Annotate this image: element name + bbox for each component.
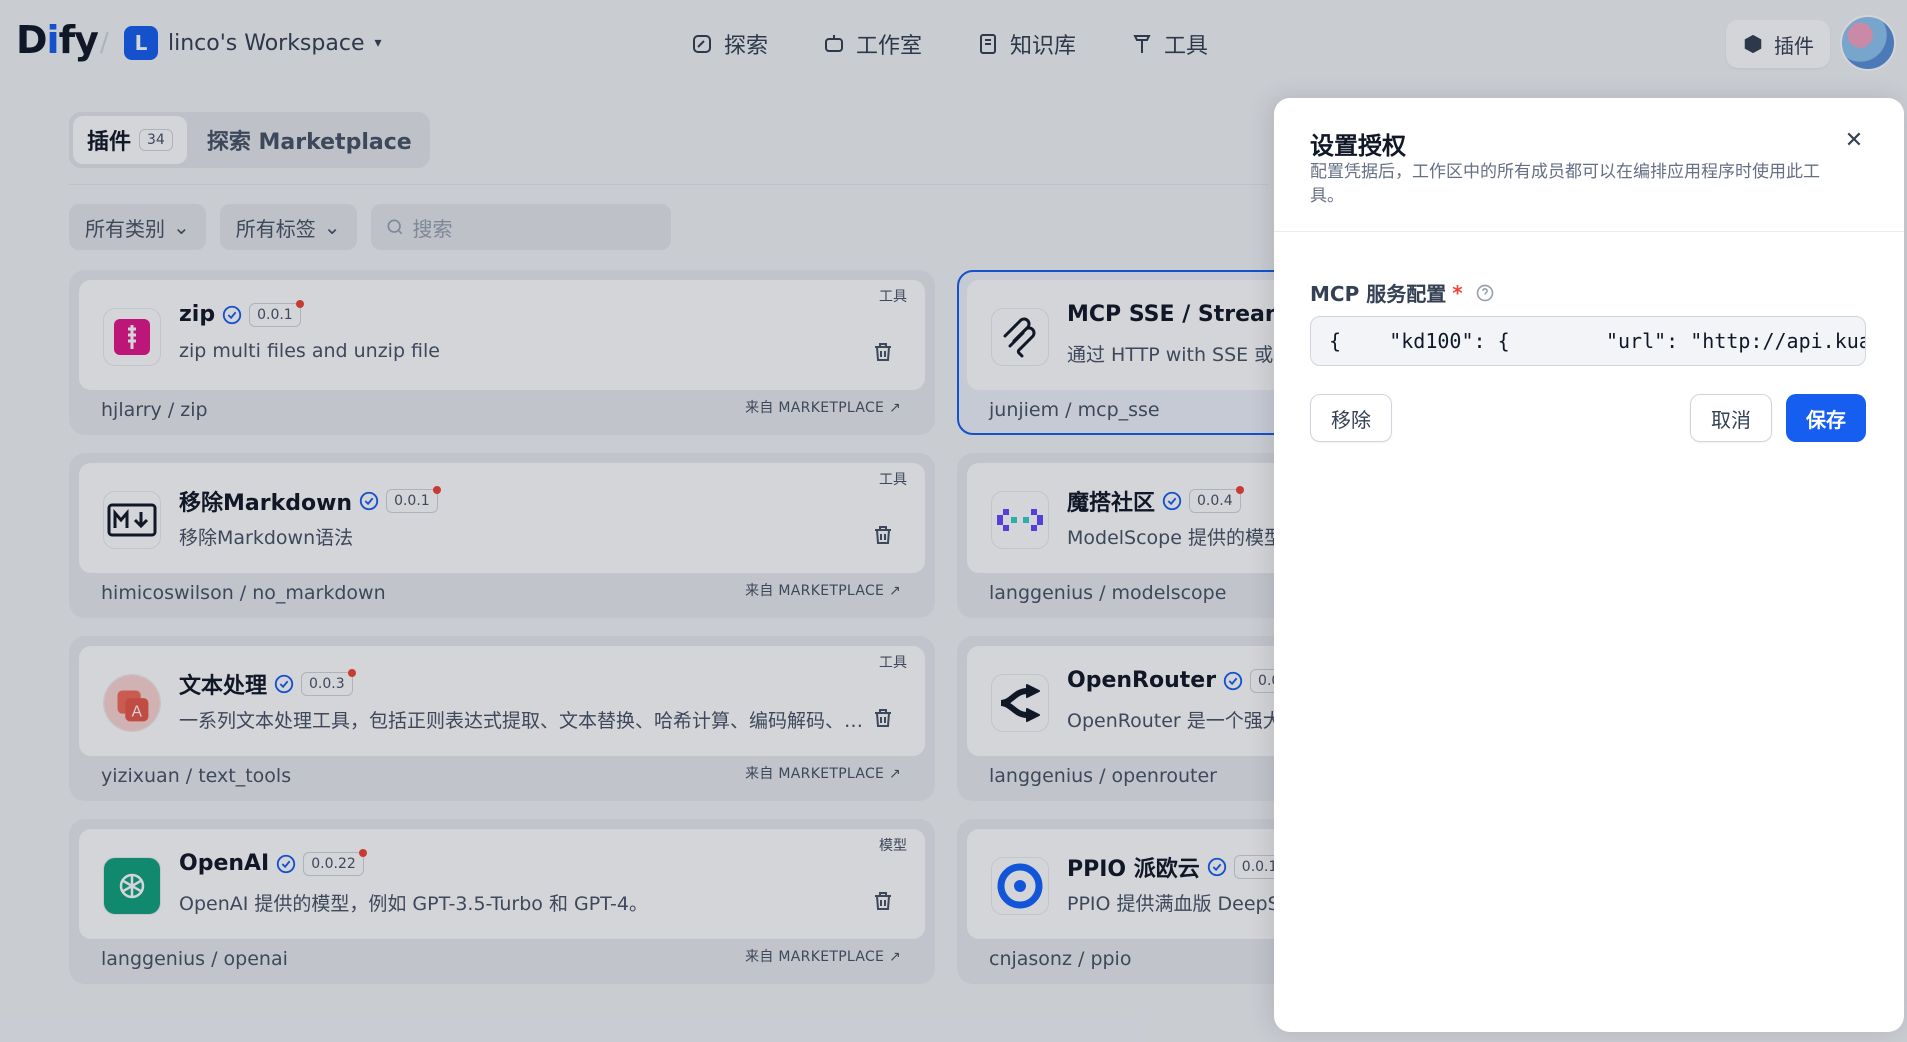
required-mark: * xyxy=(1452,280,1463,305)
mcp-config-input[interactable]: { "kd100": { "url": "http://api.kuaidi10… xyxy=(1310,316,1866,366)
cancel-button[interactable]: 取消 xyxy=(1690,394,1772,442)
panel-header: 设置授权 配置凭据后，工作区中的所有成员都可以在编排应用程序时使用此工具。 ✕ xyxy=(1274,98,1904,232)
help-icon[interactable] xyxy=(1475,283,1495,303)
close-icon[interactable]: ✕ xyxy=(1840,126,1868,154)
auth-panel: 设置授权 配置凭据后，工作区中的所有成员都可以在编排应用程序时使用此工具。 ✕ … xyxy=(1274,98,1904,1032)
remove-button[interactable]: 移除 xyxy=(1310,394,1392,442)
field-label-text: MCP 服务配置 xyxy=(1310,282,1447,306)
panel-subtitle: 配置凭据后，工作区中的所有成员都可以在编排应用程序时使用此工具。 xyxy=(1310,162,1820,206)
field-label: MCP 服务配置 * xyxy=(1310,278,1495,307)
panel-title: 设置授权 xyxy=(1310,132,1406,160)
save-button[interactable]: 保存 xyxy=(1786,394,1866,442)
